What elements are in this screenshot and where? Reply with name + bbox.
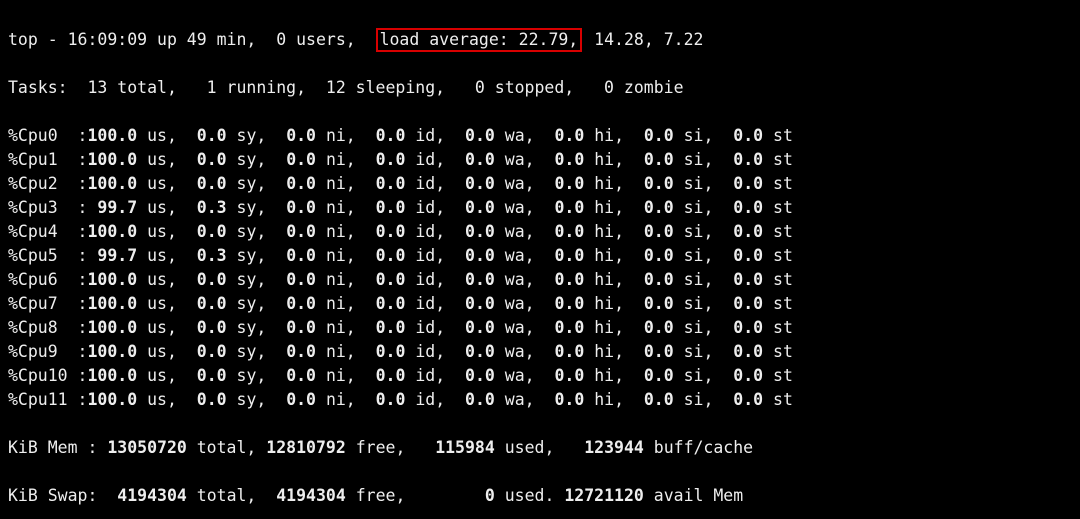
summary-suffix: 14.28, 7.22 [584,30,703,49]
cpu-line: %Cpu10 :100.0 us, 0.0 sy, 0.0 ni, 0.0 id… [8,364,1072,388]
tasks-line: Tasks: 13 total, 1 running, 12 sleeping,… [8,76,1072,100]
cpu-line: %Cpu1 :100.0 us, 0.0 sy, 0.0 ni, 0.0 id,… [8,148,1072,172]
cpu-block: %Cpu0 :100.0 us, 0.0 sy, 0.0 ni, 0.0 id,… [8,124,1072,412]
cpu-line: %Cpu11 :100.0 us, 0.0 sy, 0.0 ni, 0.0 id… [8,388,1072,412]
terminal-output: top - 16:09:09 up 49 min, 0 users, load … [0,0,1080,519]
cpu-line: %Cpu2 :100.0 us, 0.0 sy, 0.0 ni, 0.0 id,… [8,172,1072,196]
cpu-line: %Cpu5 : 99.7 us, 0.3 sy, 0.0 ni, 0.0 id,… [8,244,1072,268]
summary-prefix: top - 16:09:09 up 49 min, 0 users, [8,30,376,49]
cpu-line: %Cpu9 :100.0 us, 0.0 sy, 0.0 ni, 0.0 id,… [8,340,1072,364]
cpu-line: %Cpu8 :100.0 us, 0.0 sy, 0.0 ni, 0.0 id,… [8,316,1072,340]
cpu-line: %Cpu6 :100.0 us, 0.0 sy, 0.0 ni, 0.0 id,… [8,268,1072,292]
loadavg-highlight: load average: 22.79, [376,28,583,52]
mem-line: KiB Mem : 13050720 total, 12810792 free,… [8,436,1072,460]
cpu-line: %Cpu0 :100.0 us, 0.0 sy, 0.0 ni, 0.0 id,… [8,124,1072,148]
cpu-line: %Cpu3 : 99.7 us, 0.3 sy, 0.0 ni, 0.0 id,… [8,196,1072,220]
swap-line: KiB Swap: 4194304 total, 4194304 free, 0… [8,484,1072,508]
cpu-line: %Cpu7 :100.0 us, 0.0 sy, 0.0 ni, 0.0 id,… [8,292,1072,316]
summary-line: top - 16:09:09 up 49 min, 0 users, load … [8,28,1072,52]
cpu-line: %Cpu4 :100.0 us, 0.0 sy, 0.0 ni, 0.0 id,… [8,220,1072,244]
